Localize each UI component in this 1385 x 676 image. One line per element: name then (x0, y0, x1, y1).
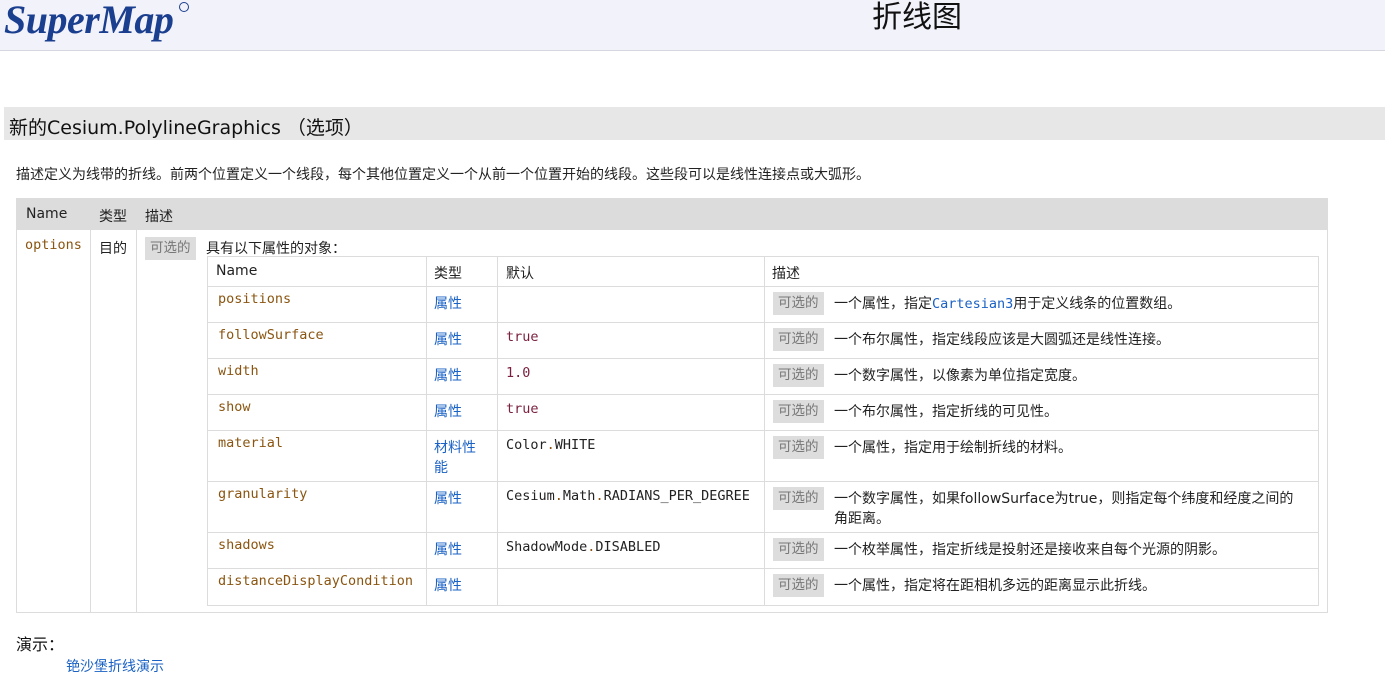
option-description: 一个数字属性，以像素为单位指定宽度。 (834, 368, 1086, 384)
column-divider (497, 257, 498, 605)
section-title: 新的Cesium.PolylineGraphics （选项） (9, 117, 363, 139)
option-default: true (506, 401, 539, 417)
options-table: Name 类型 默认 描述 positions 属性 可选的 一个属性，指定Ca… (207, 256, 1319, 606)
option-description: 一个属性，指定用于绘制折线的材料。 (834, 440, 1072, 456)
option-name-width: width (218, 363, 259, 379)
param-name-options: options (25, 237, 82, 253)
params-table: Name 类型 描述 options 目的 可选的 具有以下属性的对象： Nam… (16, 198, 1328, 613)
header-name: Name (26, 206, 68, 222)
optional-badge: 可选的 (773, 538, 824, 561)
row-divider (208, 568, 1318, 569)
option-description-wrap: 角距离。 (834, 511, 890, 527)
default-part: DISABLED (595, 539, 661, 555)
page-title: 折线图 (872, 0, 962, 35)
optional-badge: 可选的 (773, 487, 824, 510)
row-divider (208, 532, 1318, 533)
option-default: ShadowMode.DISABLED (506, 539, 661, 555)
option-name-material: material (218, 435, 284, 451)
option-name-granularity: granularity (218, 486, 308, 502)
header-type: 类型 (99, 209, 127, 225)
option-name-distancedisplaycondition: distanceDisplayCondition (218, 573, 414, 589)
param-type: 目的 (99, 241, 127, 257)
supermap-logo[interactable]: SuperMap (4, 0, 174, 42)
default-part: ShadowMode (506, 539, 588, 555)
demo-link[interactable]: 铯沙堡折线演示 (66, 656, 164, 676)
row-divider (208, 481, 1318, 482)
registered-mark-icon (179, 2, 189, 12)
default-part: WHITE (554, 437, 596, 453)
option-name-followsurface: followSurface (218, 327, 324, 343)
option-name-show: show (218, 399, 251, 415)
option-description: 一个属性，指定Cartesian3用于定义线条的位置数组。 (834, 293, 1181, 313)
option-description: 一个属性，指定将在距相机多远的距离显示此折线。 (834, 578, 1156, 594)
column-divider (426, 257, 427, 605)
option-type-link[interactable]: 属性 (434, 401, 462, 421)
optional-badge: 可选的 (773, 292, 824, 315)
option-default: Cesium.Math.RADIANS_PER_DEGREE (506, 488, 750, 504)
row-divider (208, 394, 1318, 395)
optional-badge: 可选的 (145, 237, 196, 260)
row-divider (208, 430, 1318, 431)
option-name-shadows: shadows (218, 537, 275, 553)
row-divider (208, 286, 1318, 287)
column-divider (136, 199, 137, 612)
column-divider (764, 257, 765, 605)
option-default: Color.WHITE (506, 437, 596, 453)
option-description: 一个数字属性，如果followSurface为true，则指定每个纬度和经度之间… (834, 491, 1294, 507)
options-header-description: 描述 (772, 266, 800, 282)
optional-badge: 可选的 (773, 400, 824, 423)
option-type-link[interactable]: 属性 (434, 293, 462, 313)
options-header-default: 默认 (506, 266, 534, 282)
params-table-header: Name 类型 描述 (17, 199, 1327, 230)
option-default: true (506, 329, 539, 345)
options-header-name: Name (216, 263, 258, 279)
optional-badge: 可选的 (773, 364, 824, 387)
option-type-link[interactable]: 属性 (434, 539, 462, 559)
column-divider (90, 199, 91, 612)
header-description: 描述 (145, 209, 173, 225)
option-type-link[interactable]: 材料性 (434, 437, 476, 457)
option-type-link[interactable]: 属性 (434, 575, 462, 595)
optional-badge: 可选的 (773, 436, 824, 459)
option-description: 一个枚举属性，指定折线是投射还是接收来自每个光源的阴影。 (834, 542, 1226, 558)
option-type-link-wrap[interactable]: 能 (434, 457, 448, 477)
desc-text: 用于定义线条的位置数组。 (1013, 296, 1182, 312)
option-type-link[interactable]: 属性 (434, 488, 462, 508)
options-header-type: 类型 (434, 266, 462, 282)
row-divider (208, 358, 1318, 359)
section-description: 描述定义为线带的折线。前两个位置定义一个线段，每个其他位置定义一个从前一个位置开… (16, 167, 870, 183)
option-type-link[interactable]: 属性 (434, 365, 462, 385)
default-part: RADIANS_PER_DEGREE (603, 488, 750, 504)
option-description: 一个布尔属性，指定折线的可见性。 (834, 404, 1058, 420)
desc-text: 一个属性，指定 (834, 296, 932, 312)
option-type-link[interactable]: 属性 (434, 329, 462, 349)
param-description: 具有以下属性的对象： (206, 241, 346, 257)
cartesian3-link[interactable]: Cartesian3 (932, 296, 1013, 312)
default-part: Cesium (506, 488, 555, 504)
option-name-positions: positions (218, 291, 292, 307)
section-heading: 新的Cesium.PolylineGraphics （选项） (4, 107, 1385, 140)
top-bar: SuperMap 折线图 (0, 0, 1385, 51)
default-part: Math (562, 488, 596, 504)
optional-badge: 可选的 (773, 574, 824, 597)
default-part: Color (506, 437, 547, 453)
option-default: 1.0 (506, 365, 531, 381)
optional-badge: 可选的 (773, 328, 824, 351)
option-description: 一个布尔属性，指定线段应该是大圆弧还是线性连接。 (834, 332, 1170, 348)
row-divider (208, 322, 1318, 323)
demo-heading: 演示： (16, 635, 65, 654)
